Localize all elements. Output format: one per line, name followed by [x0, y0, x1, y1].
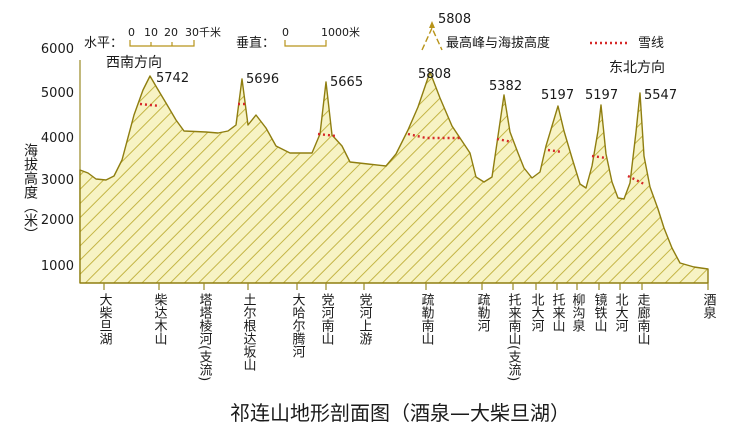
- place-label: 北大河: [529, 293, 545, 332]
- horizontal-scale-tick: 30千米: [185, 26, 221, 39]
- horizontal-scale-bar: [129, 40, 195, 47]
- horizontal-scale-tick: 20: [164, 26, 178, 39]
- place-label: 塔塔棱河(支流): [197, 293, 213, 381]
- place-label: 托来山: [550, 293, 566, 332]
- y-tick-label: 3000: [41, 173, 74, 188]
- legend-peak-label: 最高峰与海拔高度: [446, 35, 550, 51]
- place-label: 疏勒河: [475, 293, 491, 332]
- y-tick-labels: 1000 2000 3000 4000 5000 6000: [41, 42, 74, 274]
- y-tick-label: 2000: [41, 213, 74, 228]
- place-labels: 大柴旦湖 柴达木山 塔塔棱河(支流) 土尔根达坂山 大哈尔腾河 党河南山 党河上…: [97, 293, 717, 381]
- place-label: 酒泉: [701, 293, 717, 319]
- y-axis-title: 海拔高度（米）: [22, 143, 38, 241]
- vertical-scale-bar: [284, 40, 327, 47]
- peak-elevation-label: 5696: [246, 72, 279, 87]
- place-label: 走廊南山: [635, 293, 651, 345]
- y-tick-label: 1000: [41, 259, 74, 274]
- place-label: 大哈尔腾河: [290, 293, 306, 358]
- place-label: 党河上游: [357, 293, 373, 345]
- vertical-scale-tick: 1000米: [321, 26, 360, 39]
- place-ticks: [103, 283, 709, 290]
- y-tick-label: 4000: [41, 131, 74, 146]
- peak-elevation-label: 5547: [644, 88, 677, 103]
- peak-elevation-label: 5197: [585, 88, 618, 103]
- peak-elevation-label: 5382: [489, 79, 522, 94]
- direction-northeast: 东北方向: [609, 60, 665, 76]
- vertical-scale-tick: 0: [282, 26, 289, 39]
- terrain-profile: [79, 71, 709, 284]
- y-tick-label: 6000: [41, 42, 74, 57]
- legend-horizontal-label: 水平：: [84, 36, 123, 51]
- diagram-title: 祁连山地形剖面图（酒泉—大柴旦湖）: [230, 401, 570, 425]
- y-axis: 1000 2000 3000 4000 5000 6000 海拔高度（米）: [22, 42, 81, 283]
- place-label: 党河南山: [319, 293, 335, 345]
- peak-elevation-label: 5665: [330, 75, 363, 90]
- legend-vertical-label: 垂直：: [236, 36, 275, 51]
- place-label: 大柴旦湖: [97, 293, 113, 345]
- peak-elevation-label: 5197: [541, 88, 574, 103]
- peak-elevation-label: 5808: [418, 67, 451, 82]
- terrain-profile-diagram: 1000 2000 3000 4000 5000 6000 海拔高度（米） 57…: [22, 12, 717, 425]
- peak-labels: 5742 5696 5665 5808 5382 5197 5197 5547: [156, 67, 677, 103]
- y-tick-label: 5000: [41, 86, 74, 101]
- place-label: 土尔根达坂山: [241, 293, 257, 371]
- horizontal-scale-tick: 10: [144, 26, 158, 39]
- legend-snowline-label: 雪线: [638, 36, 664, 51]
- place-label: 疏勒南山: [419, 293, 435, 345]
- place-label: 北大河: [613, 293, 629, 332]
- place-label: 柳沟泉: [570, 293, 586, 332]
- place-label: 托来南山(支流): [506, 293, 522, 381]
- legend: 水平： 0 10 20 30千米 垂直： 0 1000米 5808 最高峰与海拔…: [84, 12, 664, 51]
- place-label: 柴达木山: [152, 293, 168, 345]
- legend-peak-value: 5808: [438, 12, 471, 27]
- direction-southwest: 西南方向: [106, 55, 162, 71]
- horizontal-scale-tick: 0: [128, 26, 135, 39]
- place-label: 镜铁山: [592, 293, 608, 332]
- peak-elevation-label: 5742: [156, 71, 189, 86]
